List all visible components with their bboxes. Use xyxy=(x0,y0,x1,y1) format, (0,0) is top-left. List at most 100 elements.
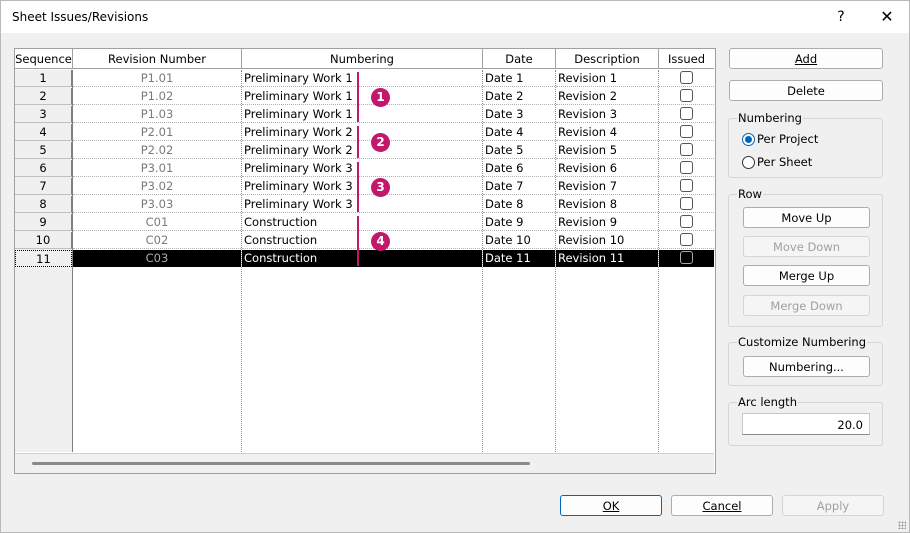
description-cell[interactable]: Revision 2 xyxy=(556,88,658,105)
description-cell[interactable]: Revision 10 xyxy=(556,232,658,249)
numbering-cell[interactable]: Preliminary Work 3 xyxy=(242,196,482,213)
sequence-cell[interactable]: 3 xyxy=(15,106,72,123)
revision-number-cell[interactable]: C01 xyxy=(73,214,241,231)
per-sheet-label[interactable]: Per Sheet xyxy=(757,155,812,169)
horizontal-scrollbar[interactable] xyxy=(15,453,714,473)
date-cell[interactable]: Date 3 xyxy=(483,106,555,123)
revision-number-cell[interactable]: C02 xyxy=(73,232,241,249)
table-row[interactable]: 8 P3.03 Preliminary Work 3 Date 8 Revision 8 xyxy=(15,196,714,214)
table-row[interactable]: 9 C01 Construction Date 9 Revision 9 xyxy=(15,214,714,232)
table-row[interactable]: 6 P3.01 Preliminary Work 3 Date 6 Revision 6 xyxy=(15,160,714,178)
date-cell[interactable]: Date 9 xyxy=(483,214,555,231)
merge-up-button[interactable]: Merge Up xyxy=(743,265,870,286)
revision-number-cell[interactable]: P1.03 xyxy=(73,106,241,123)
numbering-cell[interactable]: Preliminary Work 3 xyxy=(242,160,482,177)
table-row[interactable]: 7 P3.02 Preliminary Work 3 Date 7 Revision 7 xyxy=(15,178,714,196)
issued-checkbox[interactable] xyxy=(680,215,693,228)
numbering-cell[interactable]: Construction xyxy=(242,232,482,249)
numbering-cell[interactable]: Preliminary Work 3 xyxy=(242,178,482,195)
sequence-cell[interactable]: 8 xyxy=(15,196,72,213)
description-cell[interactable]: Revision 7 xyxy=(556,178,658,195)
sequence-cell[interactable]: 2 xyxy=(15,88,72,105)
scrollbar-thumb[interactable] xyxy=(32,462,530,465)
move-down-button[interactable]: Move Down xyxy=(743,236,870,257)
help-button[interactable]: ? xyxy=(829,5,853,29)
numbering-cell[interactable]: Preliminary Work 1 xyxy=(242,70,482,87)
sequence-cell[interactable]: 11 xyxy=(15,250,72,267)
header-description[interactable]: Description xyxy=(556,49,659,69)
issued-checkbox[interactable] xyxy=(680,197,693,210)
arc-length-input[interactable]: 20.0 xyxy=(742,413,870,435)
header-numbering[interactable]: Numbering xyxy=(242,49,483,69)
revision-number-cell[interactable]: C03 xyxy=(73,250,241,267)
table-row[interactable]: 10 C02 Construction Date 10 Revision 10 xyxy=(15,232,714,250)
date-cell[interactable]: Date 6 xyxy=(483,160,555,177)
header-sequence[interactable]: Sequence xyxy=(15,49,73,69)
table-row[interactable]: 4 P2.01 Preliminary Work 2 Date 4 Revision 4 xyxy=(15,124,714,142)
description-cell[interactable]: Revision 9 xyxy=(556,214,658,231)
date-cell[interactable]: Date 4 xyxy=(483,124,555,141)
numbering-cell[interactable]: Preliminary Work 1 xyxy=(242,88,482,105)
description-cell[interactable]: Revision 8 xyxy=(556,196,658,213)
apply-button[interactable]: Apply xyxy=(782,495,884,516)
close-button[interactable]: ✕ xyxy=(875,5,899,29)
table-row[interactable]: 11 C03 Construction Date 11 Revision 11 xyxy=(15,250,714,268)
numbering-cell[interactable]: Preliminary Work 1 xyxy=(242,106,482,123)
numbering-cell[interactable]: Construction xyxy=(242,214,482,231)
date-cell[interactable]: Date 8 xyxy=(483,196,555,213)
numbering-cell[interactable]: Construction xyxy=(242,250,482,267)
sequence-cell[interactable]: 10 xyxy=(15,232,72,249)
revision-number-cell[interactable]: P3.02 xyxy=(73,178,241,195)
issued-checkbox[interactable] xyxy=(680,233,693,246)
revision-number-cell[interactable]: P2.02 xyxy=(73,142,241,159)
description-cell[interactable]: Revision 11 xyxy=(556,250,658,267)
per-sheet-radio[interactable] xyxy=(742,156,755,169)
header-revision-number[interactable]: Revision Number xyxy=(73,49,242,69)
revision-number-cell[interactable]: P1.02 xyxy=(73,88,241,105)
header-date[interactable]: Date xyxy=(483,49,556,69)
date-cell[interactable]: Date 7 xyxy=(483,178,555,195)
sequence-cell[interactable]: 1 xyxy=(15,70,72,87)
numbering-button[interactable]: Numbering... xyxy=(743,356,870,377)
issued-checkbox[interactable] xyxy=(680,251,693,264)
per-project-label[interactable]: Per Project xyxy=(757,132,818,146)
date-cell[interactable]: Date 10 xyxy=(483,232,555,249)
sequence-cell[interactable]: 5 xyxy=(15,142,72,159)
issued-checkbox[interactable] xyxy=(680,125,693,138)
header-issued[interactable]: Issued xyxy=(659,49,714,69)
sequence-cell[interactable]: 4 xyxy=(15,124,72,141)
date-cell[interactable]: Date 5 xyxy=(483,142,555,159)
add-button[interactable]: Add xyxy=(729,48,883,69)
merge-down-button[interactable]: Merge Down xyxy=(743,295,870,316)
resize-grip-icon[interactable] xyxy=(898,521,906,529)
table-row[interactable]: 3 P1.03 Preliminary Work 1 Date 3 Revision 3 xyxy=(15,106,714,124)
issued-checkbox[interactable] xyxy=(680,71,693,84)
per-project-radio[interactable] xyxy=(742,133,755,146)
issued-checkbox[interactable] xyxy=(680,89,693,102)
ok-button[interactable]: OK xyxy=(560,495,662,516)
issued-checkbox[interactable] xyxy=(680,161,693,174)
move-up-button[interactable]: Move Up xyxy=(743,207,870,228)
sequence-cell[interactable]: 6 xyxy=(15,160,72,177)
delete-button[interactable]: Delete xyxy=(729,80,883,101)
issued-checkbox[interactable] xyxy=(680,143,693,156)
issued-checkbox[interactable] xyxy=(680,179,693,192)
description-cell[interactable]: Revision 4 xyxy=(556,124,658,141)
table-row[interactable]: 1 P1.01 Preliminary Work 1 Date 1 Revision 1 xyxy=(15,70,714,88)
cancel-button[interactable]: Cancel xyxy=(671,495,773,516)
numbering-cell[interactable]: Preliminary Work 2 xyxy=(242,142,482,159)
table-row[interactable]: 5 P2.02 Preliminary Work 2 Date 5 Revision 5 xyxy=(15,142,714,160)
date-cell[interactable]: Date 1 xyxy=(483,70,555,87)
description-cell[interactable]: Revision 3 xyxy=(556,106,658,123)
sequence-cell[interactable]: 7 xyxy=(15,178,72,195)
issued-checkbox[interactable] xyxy=(680,107,693,120)
revision-number-cell[interactable]: P2.01 xyxy=(73,124,241,141)
date-cell[interactable]: Date 2 xyxy=(483,88,555,105)
revision-number-cell[interactable]: P3.01 xyxy=(73,160,241,177)
sequence-cell[interactable]: 9 xyxy=(15,214,72,231)
revision-number-cell[interactable]: P3.03 xyxy=(73,196,241,213)
numbering-cell[interactable]: Preliminary Work 2 xyxy=(242,124,482,141)
description-cell[interactable]: Revision 5 xyxy=(556,142,658,159)
table-row[interactable]: 2 P1.02 Preliminary Work 1 Date 2 Revision 2 xyxy=(15,88,714,106)
description-cell[interactable]: Revision 6 xyxy=(556,160,658,177)
